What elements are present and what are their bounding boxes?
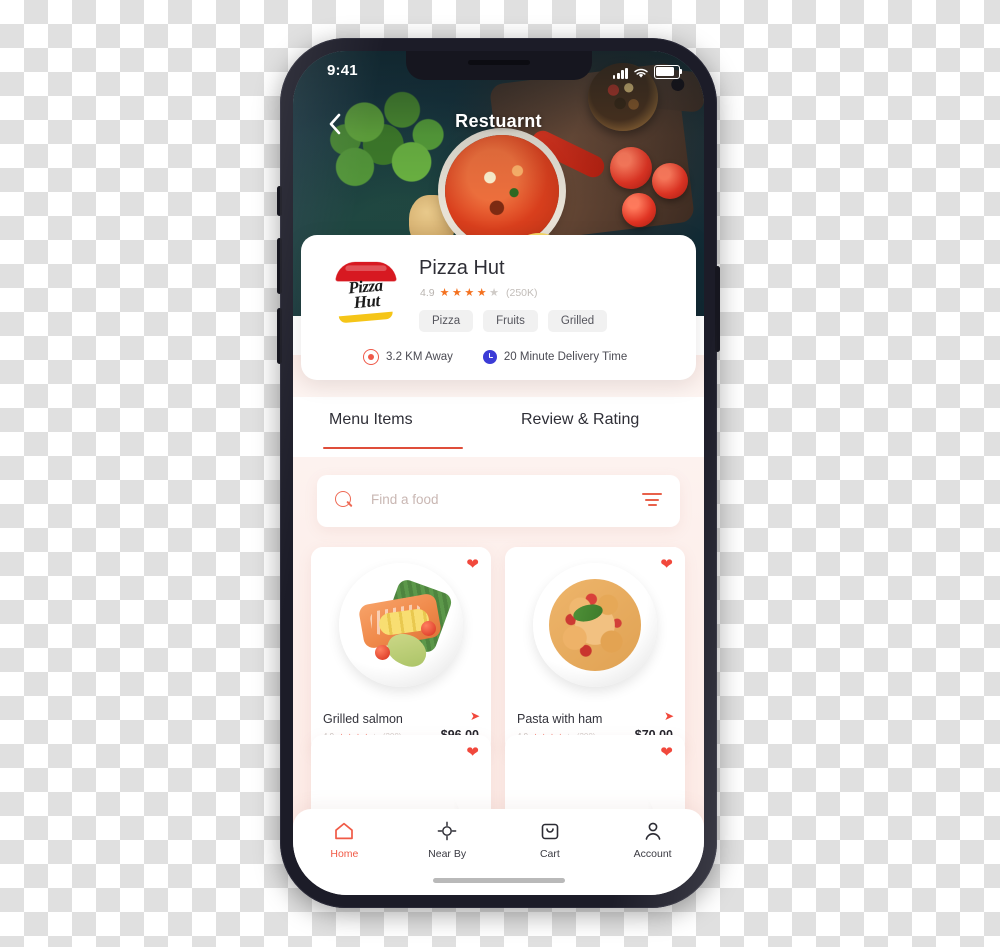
- phone-notch: [405, 51, 592, 80]
- tab-review-rating[interactable]: Review & Rating: [521, 411, 639, 429]
- search-input[interactable]: Find a food: [371, 492, 439, 507]
- food-image: ❤: [311, 547, 491, 702]
- phone-screen: 9:41 Restuarnt Pizza Hut Pizza Hut 4.9 ★…: [293, 51, 704, 895]
- speaker-slit: [467, 60, 530, 65]
- rating-stars: ★ ★ ★ ★ ★: [439, 286, 499, 299]
- volume-down-button[interactable]: [277, 308, 282, 364]
- category-chips: Pizza Fruits Grilled: [419, 310, 608, 332]
- logo-word-line2: Hut: [352, 290, 381, 313]
- food-grid: ❤ Grilled salmon 4.9 ★★★★★ (200) ➤ $96.0…: [311, 547, 686, 754]
- nav-item-home[interactable]: Home: [293, 821, 396, 860]
- nav-label: Account: [633, 848, 672, 860]
- search-bar[interactable]: Find a food: [317, 475, 680, 527]
- send-icon[interactable]: ➤: [470, 710, 480, 722]
- nav-label: Near By: [428, 848, 467, 860]
- restaurant-info-row: 3.2 KM Away 20 Minute Delivery Time: [301, 349, 696, 365]
- nav-item-account[interactable]: Account: [601, 821, 704, 860]
- nav-label: Home: [330, 848, 359, 860]
- rating-count: (250K): [505, 287, 538, 299]
- search-icon: [335, 491, 354, 510]
- delivery-label: 20 Minute Delivery Time: [503, 351, 628, 363]
- tab-menu-items[interactable]: Menu Items: [329, 411, 413, 429]
- heart-icon[interactable]: ❤: [466, 557, 479, 572]
- delivery-info: 20 Minute Delivery Time: [482, 350, 628, 364]
- phone-frame: 9:41 Restuarnt Pizza Hut Pizza Hut 4.9 ★…: [277, 38, 720, 908]
- food-name: Grilled salmon: [323, 712, 403, 726]
- battery-icon: [654, 65, 683, 79]
- clock-icon: [482, 350, 497, 364]
- food-card-grilled-salmon[interactable]: ❤ Grilled salmon 4.9 ★★★★★ (200) ➤ $96.0…: [311, 547, 491, 754]
- location-dot-icon: [363, 349, 379, 365]
- nav-item-near-by[interactable]: Near By: [396, 821, 499, 860]
- power-button[interactable]: [715, 266, 720, 352]
- home-icon: [335, 822, 354, 840]
- food-name: Pasta with ham: [517, 712, 603, 726]
- heart-icon[interactable]: ❤: [660, 557, 673, 572]
- bottom-navigation: Home Near By Cart Account: [293, 809, 704, 895]
- person-icon: [645, 822, 661, 840]
- home-indicator[interactable]: [432, 878, 565, 883]
- filter-icon[interactable]: [642, 493, 662, 507]
- chip-grilled[interactable]: Grilled: [547, 310, 608, 332]
- content-sheet: Pizza Hut Pizza Hut 4.9 ★ ★ ★ ★ ★ (250K) Piz…: [293, 235, 704, 895]
- crosshair-icon: [437, 821, 457, 841]
- restaurant-name: Pizza Hut: [419, 257, 505, 279]
- volume-up-button[interactable]: [277, 238, 282, 294]
- food-image: ❤: [505, 547, 685, 702]
- wifi-icon: [634, 68, 648, 78]
- rating-value: 4.9: [420, 287, 435, 299]
- pizza-hut-logo: Pizza Hut: [331, 259, 401, 324]
- distance-info: 3.2 KM Away: [363, 349, 453, 365]
- heart-icon[interactable]: ❤: [466, 745, 479, 760]
- chip-fruits[interactable]: Fruits: [483, 310, 538, 332]
- food-card-pasta-with-ham[interactable]: ❤ Pasta with ham 4.9 ★★★★★ (200) ➤ $70.0…: [505, 547, 685, 754]
- shopping-bag-icon: [541, 823, 559, 840]
- pasta-with-ham-plate: [533, 562, 657, 687]
- restaurant-card: Pizza Hut Pizza Hut 4.9 ★ ★ ★ ★ ★ (250K) Piz…: [301, 235, 696, 380]
- tab-active-underline: [323, 447, 463, 450]
- hero-navigation: Restuarnt: [293, 109, 704, 143]
- nav-label: Cart: [539, 848, 560, 860]
- heart-icon[interactable]: ❤: [660, 745, 673, 760]
- distance-label: 3.2 KM Away: [386, 351, 453, 363]
- nav-item-cart[interactable]: Cart: [499, 821, 602, 860]
- send-icon[interactable]: ➤: [664, 710, 674, 722]
- status-time: 9:41: [327, 62, 358, 79]
- page-title: Restuarnt: [455, 111, 542, 131]
- tab-bar: Menu Items Review & Rating: [293, 405, 704, 457]
- grilled-salmon-plate: [339, 562, 463, 687]
- chip-pizza[interactable]: Pizza: [419, 310, 474, 332]
- signal-bars-icon: [612, 67, 628, 79]
- mute-switch[interactable]: [277, 186, 282, 216]
- restaurant-rating: 4.9 ★ ★ ★ ★ ★ (250K): [420, 287, 538, 299]
